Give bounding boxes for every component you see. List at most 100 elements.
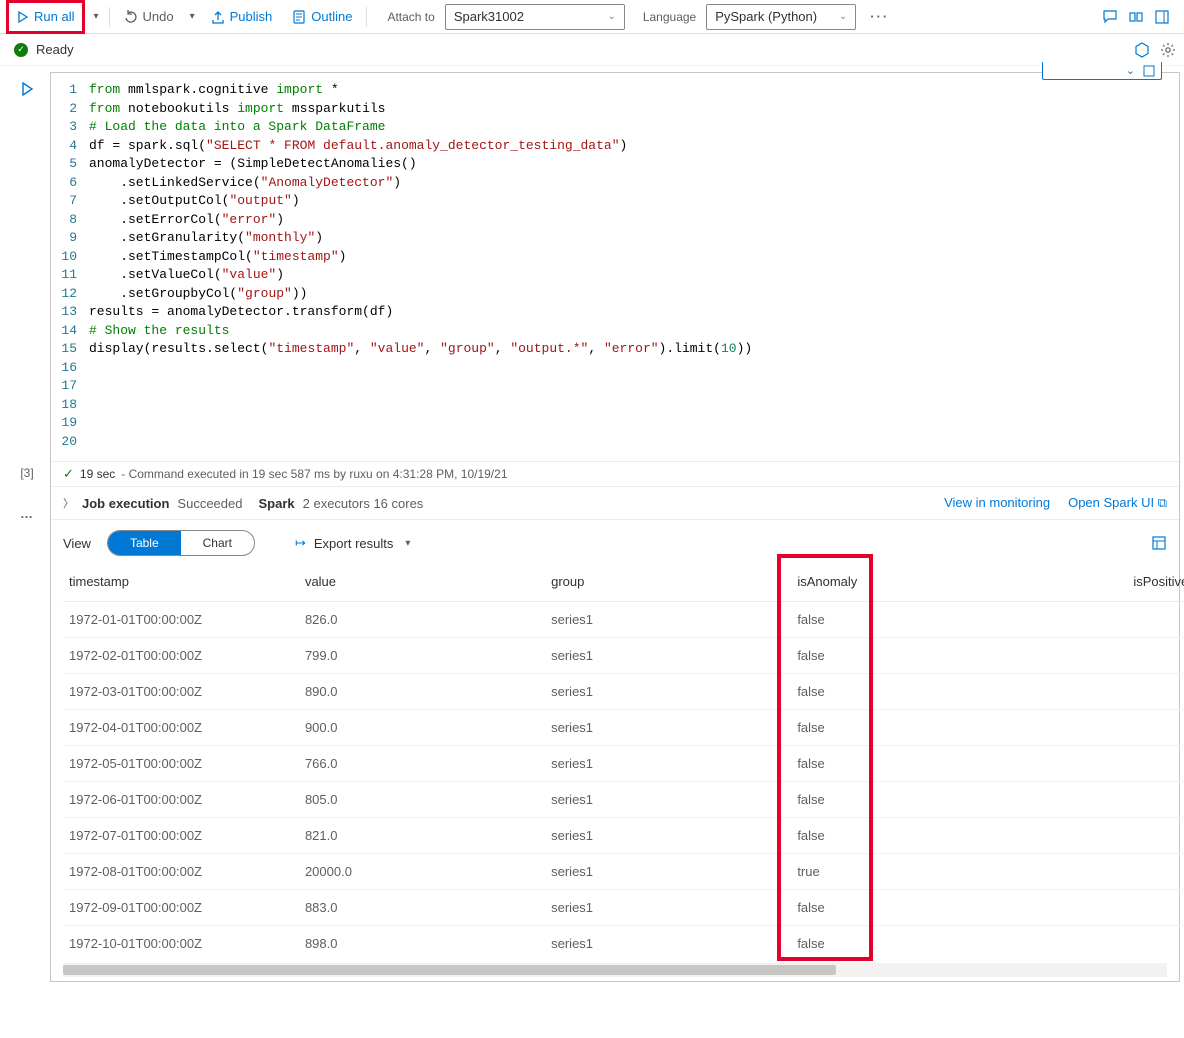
exec-duration: 19 sec	[80, 467, 115, 481]
scrollbar-thumb[interactable]	[63, 965, 836, 975]
undo-label: Undo	[143, 9, 174, 24]
job-execution-row[interactable]: 〉 Job execution Succeeded Spark 2 execut…	[51, 486, 1179, 519]
table-cell: series1	[545, 782, 791, 818]
job-label: Job execution	[82, 496, 169, 511]
table-row: 1972-08-01T00:00:00Z20000.0series1truetr…	[63, 854, 1184, 890]
table-cell: false	[1038, 890, 1184, 926]
table-cell: false	[791, 782, 1037, 818]
outline-icon	[292, 10, 306, 24]
variables-icon[interactable]	[1128, 9, 1144, 25]
table-cell: 883.0	[299, 890, 545, 926]
table-cell: false	[791, 890, 1037, 926]
exec-detail: - Command executed in 19 sec 587 ms by r…	[121, 467, 507, 481]
external-icon: ⧉	[1158, 495, 1167, 510]
table-cell: series1	[545, 602, 791, 638]
undo-chevron[interactable]: ▾	[186, 11, 199, 22]
table-cell: false	[1038, 782, 1184, 818]
column-header[interactable]: group	[545, 562, 791, 602]
output-view-row: View Table Chart ↦ Export results ▾	[51, 519, 1179, 562]
horizontal-scrollbar[interactable]	[63, 963, 1167, 977]
undo-button[interactable]: Undo	[116, 3, 182, 31]
table-cell: 898.0	[299, 926, 545, 962]
view-label: View	[63, 536, 91, 551]
status-text: Ready	[36, 42, 74, 57]
table-row: 1972-03-01T00:00:00Z890.0series1falsefal…	[63, 674, 1184, 710]
table-cell: 1972-08-01T00:00:00Z	[63, 854, 299, 890]
table-cell: false	[791, 638, 1037, 674]
table-cell: false	[791, 818, 1037, 854]
table-cell: false	[1038, 638, 1184, 674]
table-cell: true	[791, 854, 1037, 890]
cell-gutter: [3] …	[4, 72, 50, 982]
cell-more-button[interactable]: …	[20, 506, 34, 521]
table-cell: false	[791, 674, 1037, 710]
more-button[interactable]: ···	[860, 9, 899, 24]
toolbar-right	[1102, 9, 1178, 25]
table-cell: false	[791, 926, 1037, 962]
results-table: timestampvaluegroupisAnomalyisPositiveAn…	[63, 562, 1184, 961]
table-cell: 1972-07-01T00:00:00Z	[63, 818, 299, 854]
attach-to-label: Attach to	[387, 10, 434, 24]
spark-detail: 2 executors 16 cores	[303, 496, 424, 511]
table-cell: false	[791, 746, 1037, 782]
table-row: 1972-10-01T00:00:00Z898.0series1falsefal…	[63, 926, 1184, 962]
view-toggle: Table Chart	[107, 530, 255, 556]
status-bar: ✓ Ready ⌄	[0, 34, 1184, 66]
export-results-button[interactable]: ↦ Export results ▾	[295, 535, 414, 551]
view-chart-button[interactable]: Chart	[181, 531, 254, 555]
export-icon: ↦	[295, 535, 306, 551]
language-select[interactable]: PySpark (Python) ⌄	[706, 4, 856, 30]
table-cell: false	[1038, 710, 1184, 746]
divider	[366, 7, 367, 27]
column-header[interactable]: isPositiveAnom	[1038, 562, 1184, 602]
export-label: Export results	[314, 536, 393, 551]
publish-label: Publish	[230, 9, 273, 24]
exec-status: ✓ 19 sec - Command executed in 19 sec 58…	[51, 461, 1179, 486]
code-editor[interactable]: 1234567891011121314151617181920 from mml…	[51, 73, 1179, 461]
session-icon[interactable]	[1134, 42, 1150, 58]
table-row: 1972-01-01T00:00:00Z826.0series1falsefal…	[63, 602, 1184, 638]
table-cell: 1972-01-01T00:00:00Z	[63, 602, 299, 638]
toolbar: Run all ▾ Undo ▾ Publish Outline Attach …	[0, 0, 1184, 34]
settings-icon[interactable]	[1160, 42, 1176, 58]
view-monitoring-link[interactable]: View in monitoring	[944, 495, 1050, 511]
outline-button[interactable]: Outline	[284, 3, 360, 31]
run-all-button[interactable]: Run all	[11, 5, 80, 29]
table-cell: false	[1038, 602, 1184, 638]
table-cell: false	[791, 602, 1037, 638]
attach-to-select[interactable]: Spark31002 ⌄	[445, 4, 625, 30]
panel-icon[interactable]	[1154, 9, 1170, 25]
table-cell: false	[1038, 818, 1184, 854]
table-row: 1972-06-01T00:00:00Z805.0series1falsefal…	[63, 782, 1184, 818]
table-cell: series1	[545, 818, 791, 854]
language-value: PySpark (Python)	[715, 9, 817, 24]
panel-icon	[1143, 65, 1155, 77]
undo-icon	[124, 10, 138, 24]
column-header[interactable]: isAnomaly	[791, 562, 1037, 602]
chevron-down-icon: ⌄	[839, 11, 847, 22]
run-cell-button[interactable]	[20, 82, 34, 96]
chevron-icon: ⌄	[1126, 64, 1135, 77]
table-cell: 1972-10-01T00:00:00Z	[63, 926, 299, 962]
run-all-label: Run all	[34, 9, 74, 24]
table-row: 1972-09-01T00:00:00Z883.0series1falsefal…	[63, 890, 1184, 926]
table-cell: false	[1038, 926, 1184, 962]
column-header[interactable]: timestamp	[63, 562, 299, 602]
open-spark-ui-link[interactable]: Open Spark UI ⧉	[1068, 495, 1167, 511]
table-cell: series1	[545, 638, 791, 674]
run-all-chevron[interactable]: ▾	[89, 11, 102, 22]
chevron-right-icon: 〉	[63, 495, 74, 511]
comment-icon[interactable]	[1102, 9, 1118, 25]
table-row: 1972-02-01T00:00:00Z799.0series1falsefal…	[63, 638, 1184, 674]
table-cell: 766.0	[299, 746, 545, 782]
notebook-cell: [3] … 1234567891011121314151617181920 fr…	[0, 66, 1184, 986]
publish-button[interactable]: Publish	[203, 3, 281, 31]
table-cell: 20000.0	[299, 854, 545, 890]
results-table-wrap: timestampvaluegroupisAnomalyisPositiveAn…	[51, 562, 1179, 981]
run-all-highlight: Run all	[6, 0, 85, 34]
collapse-output-button[interactable]: ⌄	[1042, 62, 1162, 80]
table-settings-icon[interactable]	[1151, 535, 1167, 551]
column-header[interactable]: value	[299, 562, 545, 602]
table-cell: 826.0	[299, 602, 545, 638]
view-table-button[interactable]: Table	[108, 531, 181, 555]
